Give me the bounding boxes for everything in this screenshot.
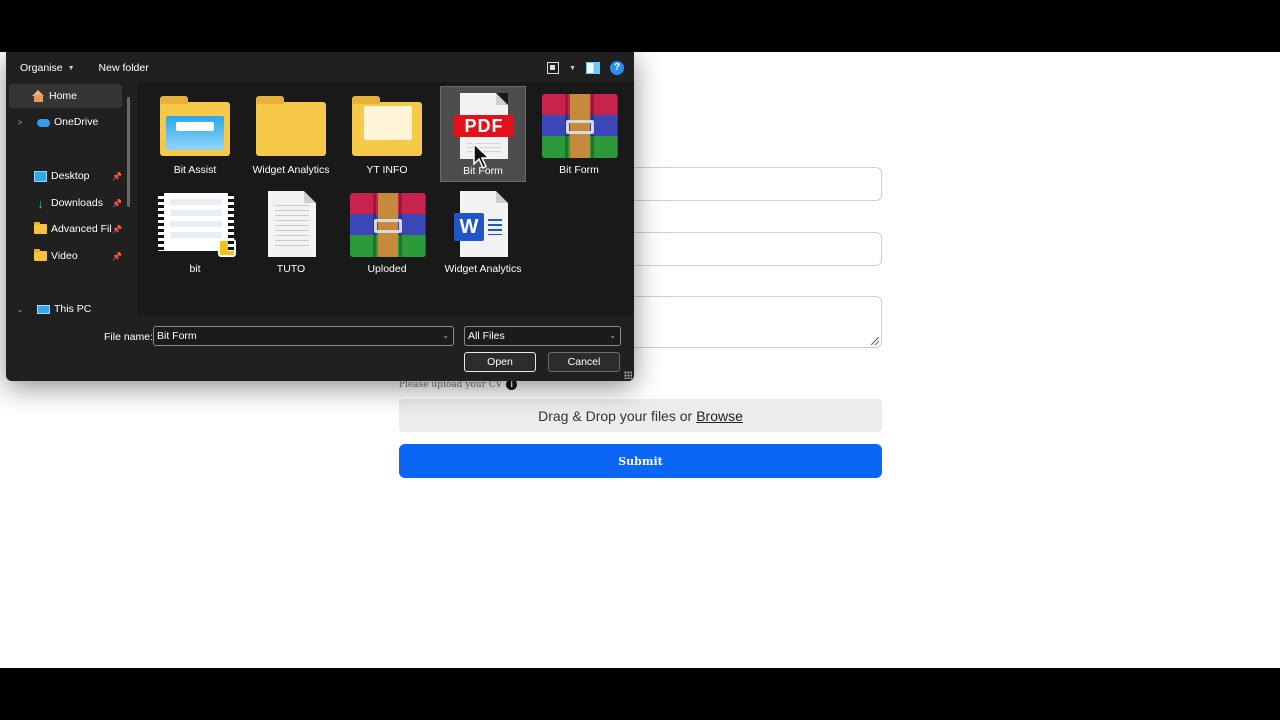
- folder-icon: [34, 222, 47, 234]
- file-name-label: File name:: [104, 331, 154, 343]
- dropzone-text: Drag & Drop your files or: [538, 407, 693, 424]
- file-name: Uploded: [367, 263, 407, 275]
- nav-item-label: OneDrive: [54, 116, 99, 128]
- chevron-down-icon: ▼: [67, 64, 75, 72]
- submit-button[interactable]: Submit: [399, 444, 882, 478]
- view-options-chevron-icon[interactable]: ▼: [569, 65, 576, 72]
- file-tile[interactable]: YT INFO: [344, 86, 430, 182]
- upload-label-text: Please upload your CV: [399, 379, 503, 390]
- file-list-pane: Bit Assist Widget Analytics YT INFO PDF: [138, 82, 634, 315]
- file-tile[interactable]: W Widget Analytics: [440, 185, 526, 281]
- folder-icon: [34, 249, 47, 261]
- folder-icon: [350, 92, 424, 158]
- nav-item-onedrive[interactable]: > OneDrive: [9, 110, 122, 134]
- file-dropzone[interactable]: Drag & Drop your files or Browse: [399, 399, 882, 432]
- screen: Please upload your CV i Drag & Drop your…: [0, 52, 1280, 668]
- nav-item-label: Desktop: [51, 170, 90, 182]
- nav-item-downloads[interactable]: ↓ Downloads 📌: [9, 191, 122, 215]
- file-type-value: All Files: [468, 330, 505, 342]
- file-name: TUTO: [276, 263, 306, 275]
- video-file-icon: [158, 191, 236, 257]
- chevron-right-icon[interactable]: >: [13, 118, 27, 127]
- file-name-value: Bit Form: [157, 330, 197, 342]
- chevron-down-icon[interactable]: ⌄: [609, 327, 616, 345]
- pdf-badge: PDF: [454, 115, 514, 137]
- file-open-dialog: Organise ▼ New folder ▼ ? Home > OneDriv…: [6, 52, 634, 381]
- document-file-icon: [254, 191, 328, 257]
- nav-item-this-pc[interactable]: ⌄ This PC: [9, 297, 122, 315]
- browse-link[interactable]: Browse: [696, 408, 743, 424]
- textarea-resize-grip[interactable]: [871, 337, 879, 345]
- chevron-down-icon[interactable]: ⌄: [442, 327, 449, 345]
- nav-item-label: Advanced Fil: [51, 223, 112, 235]
- file-tile[interactable]: bit: [152, 185, 238, 281]
- file-name: Widget Analytics: [444, 263, 522, 275]
- folder-icon: [254, 92, 328, 158]
- nav-item-advanced[interactable]: Advanced Fil 📌: [9, 217, 122, 241]
- nav-item-desktop[interactable]: Desktop 📌: [9, 164, 122, 188]
- toolbar-right: ▼ ?: [547, 61, 624, 75]
- nav-item-home[interactable]: Home: [9, 84, 122, 108]
- file-type-select[interactable]: All Files ⌄: [464, 326, 621, 346]
- preview-pane-icon[interactable]: [586, 62, 600, 74]
- archive-file-icon: [542, 92, 618, 158]
- file-tile[interactable]: Bit Form: [536, 86, 622, 182]
- mouse-cursor-icon: [473, 142, 491, 170]
- file-name: Widget Analytics: [252, 164, 330, 176]
- view-mode-icon[interactable]: [547, 62, 560, 74]
- chevron-down-icon[interactable]: ⌄: [13, 305, 27, 314]
- pin-icon: 📌: [112, 198, 122, 208]
- nav-item-label: Home: [49, 90, 78, 102]
- resize-grip-icon[interactable]: [624, 371, 632, 379]
- new-folder-button[interactable]: New folder: [87, 62, 161, 74]
- file-name: bit: [189, 263, 201, 275]
- archive-file-icon: [350, 191, 426, 257]
- organise-label: Organise: [20, 62, 63, 74]
- file-name: Bit Assist: [173, 164, 217, 176]
- folder-icon: [158, 92, 232, 158]
- computer-icon: [37, 304, 50, 314]
- dialog-toolbar: Organise ▼ New folder ▼ ?: [6, 52, 634, 84]
- open-button[interactable]: Open: [464, 352, 536, 372]
- cancel-button[interactable]: Cancel: [548, 352, 620, 372]
- file-tile[interactable]: Bit Assist: [152, 86, 238, 182]
- pin-icon: 📌: [112, 251, 122, 261]
- nav-scrollbar[interactable]: [127, 97, 130, 207]
- desktop-icon: [34, 170, 47, 182]
- nav-item-label: Downloads: [51, 197, 103, 209]
- file-tile[interactable]: Widget Analytics: [248, 86, 334, 182]
- pin-icon: 📌: [112, 171, 122, 181]
- dialog-bottom-bar: File name: Bit Form ⌄ All Files ⌄ Open C…: [6, 315, 634, 381]
- file-name: Bit Form: [559, 164, 599, 176]
- pin-icon: 📌: [112, 224, 122, 234]
- help-icon[interactable]: ?: [610, 61, 624, 75]
- file-name: YT INFO: [366, 164, 408, 176]
- word-badge: W: [454, 213, 484, 241]
- nav-item-video[interactable]: Video 📌: [9, 244, 122, 268]
- home-icon: [32, 90, 45, 102]
- word-file-icon: W: [446, 191, 520, 257]
- nav-item-label: This PC: [54, 303, 92, 315]
- file-name-input[interactable]: Bit Form ⌄: [153, 326, 454, 346]
- organise-button[interactable]: Organise ▼: [8, 62, 87, 74]
- navigation-pane: Home > OneDrive Desktop 📌 ↓ Downloads 📌 …: [6, 82, 136, 315]
- nav-item-label: Video: [51, 250, 78, 262]
- file-tile[interactable]: Uploded: [344, 185, 430, 281]
- cloud-icon: [37, 119, 50, 127]
- file-tile[interactable]: TUTO: [248, 185, 334, 281]
- download-arrow-icon: ↓: [37, 195, 44, 211]
